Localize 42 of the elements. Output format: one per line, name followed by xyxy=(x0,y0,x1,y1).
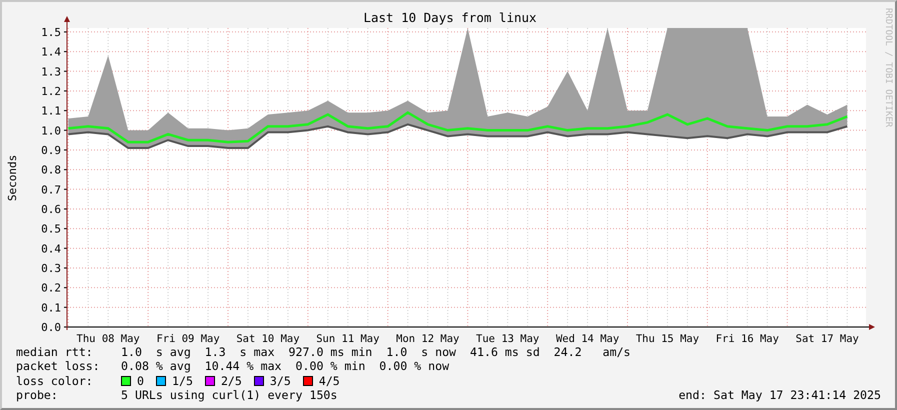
legend-item-label: 0 xyxy=(137,374,144,388)
tick-label: 1.2 xyxy=(41,84,61,98)
end-time: end: Sat May 17 23:41:14 2025 xyxy=(678,388,881,402)
legend-label: probe: xyxy=(16,388,59,402)
tick-label: 0.3 xyxy=(41,262,61,275)
tick-label: Fri 09 May xyxy=(156,333,220,345)
tick-label: 0.0 xyxy=(41,321,61,334)
tick-label: 1.3 xyxy=(41,65,61,78)
legend-label: packet loss: xyxy=(16,359,101,374)
graph-title: Last 10 Days from linux xyxy=(363,10,537,25)
tick-label: 0.7 xyxy=(41,183,61,196)
tick-label: Sat 17 May xyxy=(796,333,859,345)
legend-stats: 1.0 s avg 1.3 s max 927.0 ms min 1.0 s now 41.6 ms sd 24.2 am/s xyxy=(121,345,631,360)
tick-label: 1.5 xyxy=(41,26,61,39)
tick-label: Sat 10 May xyxy=(236,333,300,345)
legend-item-label: 4/5 xyxy=(318,374,340,388)
tick-label: 1.4 xyxy=(41,46,61,59)
tick-label: 0.1 xyxy=(41,301,61,314)
tick-label: 0.8 xyxy=(41,164,61,177)
tick-label: Wed 14 May xyxy=(556,333,620,345)
legend-label: loss color: xyxy=(16,374,94,388)
tick-label: Fri 16 May xyxy=(716,333,779,345)
tick-label: Thu 08 May xyxy=(76,333,140,345)
probe-text: 5 URLs using curl(1) every 150s xyxy=(121,388,338,402)
tick-label: Sun 11 May xyxy=(316,333,380,345)
legend-label: median rtt: xyxy=(16,345,94,360)
tick-label: Tue 13 May xyxy=(476,333,540,345)
tick-label: 0.9 xyxy=(41,144,61,157)
tick-label: Thu 15 May xyxy=(636,333,700,345)
tick-label: 1.0 xyxy=(41,124,61,138)
tick-label: 0.5 xyxy=(41,222,61,236)
legend-item-label: 3/5 xyxy=(270,374,291,388)
tick-label: 0.4 xyxy=(41,242,61,256)
legend-item-label: 2/5 xyxy=(220,374,242,388)
tick-label: 1.1 xyxy=(41,104,61,118)
legend-stats: 0.08 % avg 10.44 % max 0.00 % min 0.00 % now xyxy=(121,359,450,374)
tick-label: Mon 12 May xyxy=(396,333,460,345)
axis-label: Seconds xyxy=(6,154,19,202)
tick-label: 0.2 xyxy=(41,282,61,295)
tick-label: 0.6 xyxy=(41,202,61,216)
credit-text: RRDTOOL / TOBI OETIKER xyxy=(883,8,893,128)
legend-item-label: 1/5 xyxy=(172,374,193,388)
